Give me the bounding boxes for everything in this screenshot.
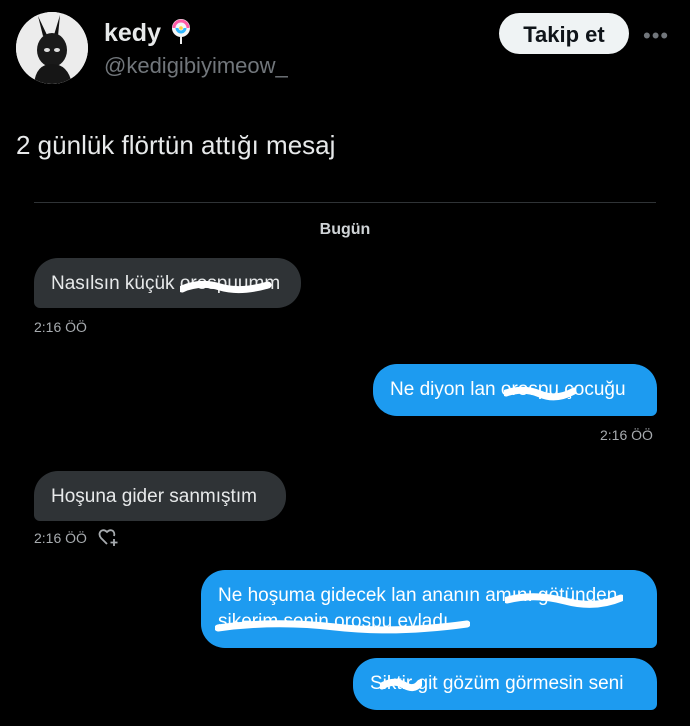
message-bubble-incoming: Hoşuna gider sanmıştım — [34, 471, 286, 521]
censor-scribble — [380, 678, 422, 692]
avatar[interactable] — [16, 12, 88, 84]
divider — [34, 202, 656, 203]
lollipop-emoji-icon — [169, 18, 193, 51]
profile-handle[interactable]: @kedigibiyimeow_ — [104, 53, 288, 79]
profile-name[interactable]: kedy — [104, 18, 193, 51]
tweet-text: 2 günlük flörtün attığı mesaj — [16, 130, 336, 160]
date-separator: Bugün — [319, 221, 371, 238]
censor-scribble — [180, 280, 272, 294]
follow-button[interactable]: Takip et — [499, 13, 629, 54]
censor-scribble — [504, 386, 576, 401]
profile-name-text[interactable]: kedy — [104, 19, 161, 47]
message-timestamp: 2:16 ÖÖ — [34, 530, 87, 546]
censor-scribble — [505, 593, 623, 608]
censor-scribble — [215, 620, 470, 634]
message-timestamp: 2:16 ÖÖ — [34, 319, 87, 335]
message-timestamp: 2:16 ÖÖ — [600, 427, 653, 443]
more-options-icon[interactable]: ••• — [643, 23, 669, 49]
reaction-add-icon[interactable] — [98, 528, 120, 548]
